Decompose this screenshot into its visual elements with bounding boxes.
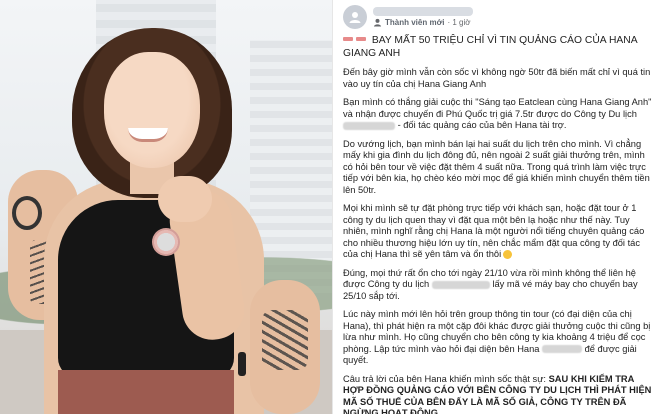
paragraph-text: - đối tác quảng cáo của bên Hana tài trợ… [395, 120, 567, 130]
paragraph-text: Câu trả lời của bên Hana khiến mình sốc … [343, 373, 549, 384]
redacted-text [343, 121, 395, 130]
post-paragraph: Đến bây giờ mình vẫn còn sốc vì không ng… [343, 67, 652, 90]
post-subline: Thành viên mới · 1 giờ [373, 18, 473, 27]
post-paragraph: Lúc này mình mới lên hỏi trên group thôn… [343, 309, 652, 367]
avatar[interactable] [343, 5, 367, 29]
post-time[interactable]: · 1 giờ [447, 18, 470, 27]
tattoo [262, 310, 308, 370]
bracelet [238, 352, 246, 376]
redacted-text [431, 280, 490, 289]
facebook-post: Thành viên mới · 1 giờ BAY MẤT 50 TRIỆU … [332, 0, 660, 414]
paragraph-text: được do Công ty Du lịch [536, 108, 637, 119]
user-icon [349, 12, 361, 23]
post-paragraph: Do vướng lịch, bạn mình bán lại hai suất… [343, 139, 652, 197]
author-name-redacted[interactable] [373, 7, 473, 16]
paragraph-text: Đến bây giờ mình vẫn còn sốc vì không ng… [343, 67, 651, 89]
paragraph-text: Do vướng lịch, bạn mình bán lại hai suất… [343, 138, 650, 195]
red-dash-icon [356, 37, 366, 42]
redacted-text [542, 345, 583, 354]
post-meta: Thành viên mới · 1 giờ [373, 7, 473, 27]
post-paragraph: Đúng, mọi thứ rất ổn cho tới ngày 21/10 … [343, 268, 652, 303]
new-member-icon [373, 18, 382, 27]
post-paragraph: Mọi khi mình sẽ tự đặt phòng trực tiếp v… [343, 203, 652, 261]
red-dash-icon [343, 37, 353, 42]
member-badge[interactable]: Thành viên mới [385, 18, 444, 27]
post-paragraph: Bạn mình có thắng giải cuộc thi "Sáng tạ… [343, 97, 652, 132]
post-paragraph: Câu trả lời của bên Hana khiến mình sốc … [343, 374, 652, 414]
smartwatch [152, 228, 180, 256]
post-photo[interactable] [0, 0, 332, 414]
smile-emoji-icon [503, 250, 513, 260]
post-header: Thành viên mới · 1 giờ [343, 2, 652, 32]
person-hand [158, 176, 212, 222]
person-face [104, 52, 200, 168]
post-title-text: BAY MẤT 50 TRIỆU CHỈ VÌ TIN QUẢNG CÁO CỦ… [343, 35, 637, 59]
pants [58, 370, 234, 414]
paragraph-text: Mọi khi mình sẽ tự đặt phòng trực tiếp v… [343, 203, 645, 259]
tattoo [12, 196, 42, 230]
post-title: BAY MẤT 50 TRIỆU CHỈ VÌ TIN QUẢNG CÁO CỦ… [343, 34, 652, 60]
